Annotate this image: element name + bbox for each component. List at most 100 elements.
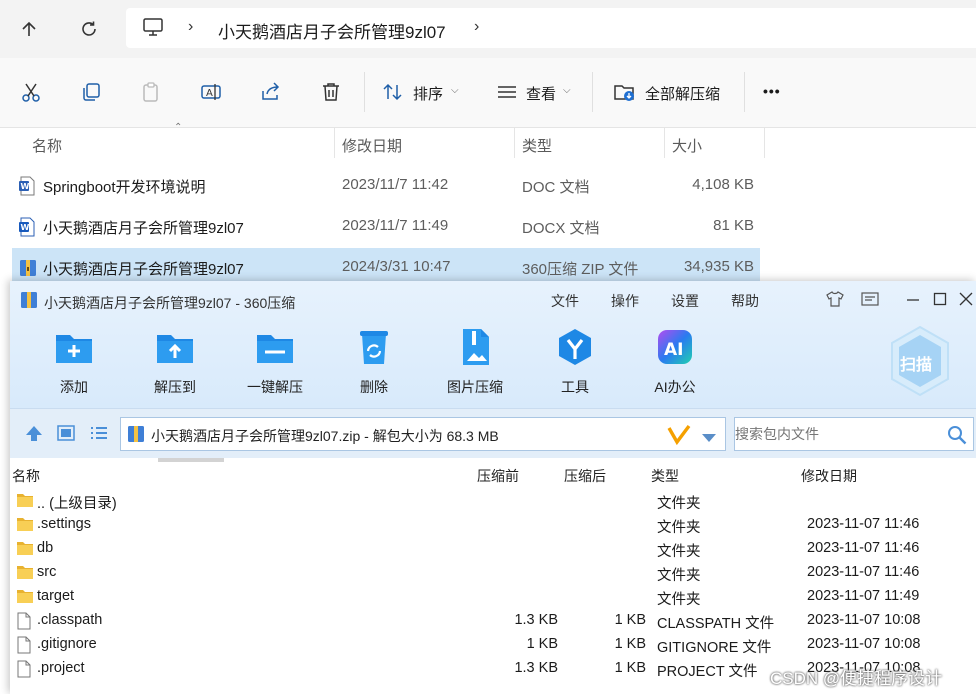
watermark: CSDN @便捷程序设计 [770,669,943,688]
this-pc-icon[interactable] [142,17,164,41]
archive-entry-row[interactable]: .classpath 1.3 KB 1 KB CLASSPATH 文件 2023… [10,608,976,632]
chevron-down-icon[interactable]: ⌵ [451,85,459,96]
file-row[interactable]: W Springboot开发环境说明 2023/11/7 11:42 DOC 文… [12,166,760,204]
minimize-icon[interactable] [903,289,923,309]
ai-office-label: AI办公 [654,379,696,395]
close-icon[interactable] [956,289,976,309]
entry-type: PROJECT 文件 [657,664,758,680]
entry-type: 文件夹 [657,568,701,584]
file-icon [16,636,32,658]
entry-date: 2023-11-07 11:46 [807,540,920,556]
column-type[interactable]: 类型 [651,466,679,486]
archive-entry-row[interactable]: .gitignore 1 KB 1 KB GITIGNORE 文件 2023-1… [10,632,976,656]
extract-folder-icon[interactable] [612,79,638,105]
column-date[interactable]: 修改日期 [342,135,402,156]
archive-entry-row[interactable]: .settings 文件夹 2023-11-07 11:46 [10,512,976,536]
archive-entry-row[interactable]: src 文件夹 2023-11-07 11:46 [10,560,976,584]
menu-help[interactable]: 帮助 [731,291,759,311]
file-row[interactable]: W 小天鹅酒店月子会所管理9zl07 2023/11/7 11:49 DOCX … [12,207,760,245]
column-size-after[interactable]: 压缩后 [564,466,606,486]
entry-date: 2023-11-07 10:08 [807,636,921,652]
thumbnail-view-icon[interactable] [56,423,76,447]
file-date: 2023/11/7 11:42 [342,176,449,193]
column-divider[interactable] [764,128,765,158]
refresh-icon[interactable] [74,14,104,44]
archive-entry-row[interactable]: target 文件夹 2023-11-07 11:49 [10,584,976,608]
entry-date: 2023-11-07 11:49 [807,588,920,604]
file-type: DOCX 文档 [522,220,600,237]
column-divider[interactable] [664,128,665,158]
file-type: DOC 文档 [522,179,590,196]
tools-label: 工具 [561,379,589,395]
checkmark-logo-icon [667,424,691,450]
file-name: 小天鹅酒店月子会所管理9zl07 [43,220,244,237]
dropdown-arrow-icon[interactable] [701,430,717,447]
list-view-icon[interactable] [89,423,109,447]
add-button[interactable]: 添加 [34,327,114,397]
column-divider[interactable] [334,128,335,158]
column-size-before[interactable]: 压缩前 [477,466,519,486]
sort-icon[interactable] [380,79,406,105]
entry-date: 2023-11-07 10:08 [807,612,921,628]
archive-entry-row[interactable]: .. (上级目录) 文件夹 [10,488,976,512]
column-date[interactable]: 修改日期 [801,466,857,486]
rename-icon[interactable]: A [198,79,224,105]
breadcrumb-folder[interactable]: 小天鹅酒店月子会所管理9zl07 [218,18,446,43]
column-type[interactable]: 类型 [522,135,552,156]
skin-shirt-icon[interactable] [825,289,845,309]
go-up-icon[interactable] [24,423,44,447]
delete-icon[interactable] [318,79,344,105]
search-box[interactable] [734,417,974,451]
archive-path-field[interactable]: 小天鹅酒店月子会所管理9zl07.zip - 解包大小为 68.3 MB [120,417,726,451]
entry-size-after: 1 KB [614,612,646,628]
column-divider[interactable] [514,128,515,158]
zip-window-header: 小天鹅酒店月子会所管理9zl07 - 360压缩 文件 操作 设置 帮助 添加 … [10,281,976,408]
file-name: 小天鹅酒店月子会所管理9zl07 [43,261,244,278]
extract-to-button[interactable]: 解压到 [135,327,215,397]
breadcrumb-chevron-icon[interactable]: › [474,18,479,36]
search-icon[interactable] [947,425,967,449]
ai-office-button[interactable]: AI AI办公 [635,327,715,397]
entry-size-after: 1 KB [614,636,646,652]
view-button[interactable]: 查看 [526,83,556,104]
column-name[interactable]: 名称 [32,135,62,156]
entry-type: 文件夹 [657,592,701,608]
app-logo-icon [20,291,38,313]
share-icon[interactable] [258,79,284,105]
address-row: › 小天鹅酒店月子会所管理9zl07 › [0,0,976,58]
archive-column-header: 名称 压缩前 压缩后 类型 修改日期 [10,462,976,486]
file-icon [16,612,32,634]
file-date: 2023/11/7 11:49 [342,217,449,234]
more-options-button[interactable]: ••• [763,83,781,99]
archive-entry-row[interactable]: db 文件夹 2023-11-07 11:46 [10,536,976,560]
scan-button[interactable]: 扫描 [888,325,952,397]
column-size[interactable]: 大小 [672,135,702,156]
svg-text:W: W [21,223,30,232]
feedback-icon[interactable] [860,289,880,309]
menu-operate[interactable]: 操作 [611,291,639,311]
extract-all-button[interactable]: 全部解压缩 [645,83,720,104]
view-icon[interactable] [494,79,520,105]
sort-button[interactable]: 排序 [413,83,443,104]
one-click-extract-button[interactable]: 一键解压 [235,327,315,397]
delete-button[interactable]: 删除 [334,327,414,397]
search-input[interactable] [735,426,935,442]
column-name[interactable]: 名称 [12,466,40,486]
chevron-down-icon[interactable]: ⌵ [563,85,571,96]
add-icon [56,335,92,363]
entry-type: 文件夹 [657,520,701,536]
breadcrumb-chevron-icon[interactable]: › [188,18,193,36]
separator [592,72,593,112]
copy-icon[interactable] [78,79,104,105]
menu-settings[interactable]: 设置 [671,291,699,311]
cut-icon[interactable] [18,79,44,105]
entry-name: .gitignore [37,636,97,652]
paste-icon[interactable] [138,79,164,105]
maximize-icon[interactable] [930,289,950,309]
entry-name: .project [37,660,85,676]
tools-button[interactable]: 工具 [535,327,615,397]
word-docx-icon: W [18,217,36,241]
image-compress-button[interactable]: 图片压缩 [435,327,515,397]
up-arrow-icon[interactable] [14,14,44,44]
menu-file[interactable]: 文件 [551,291,579,311]
